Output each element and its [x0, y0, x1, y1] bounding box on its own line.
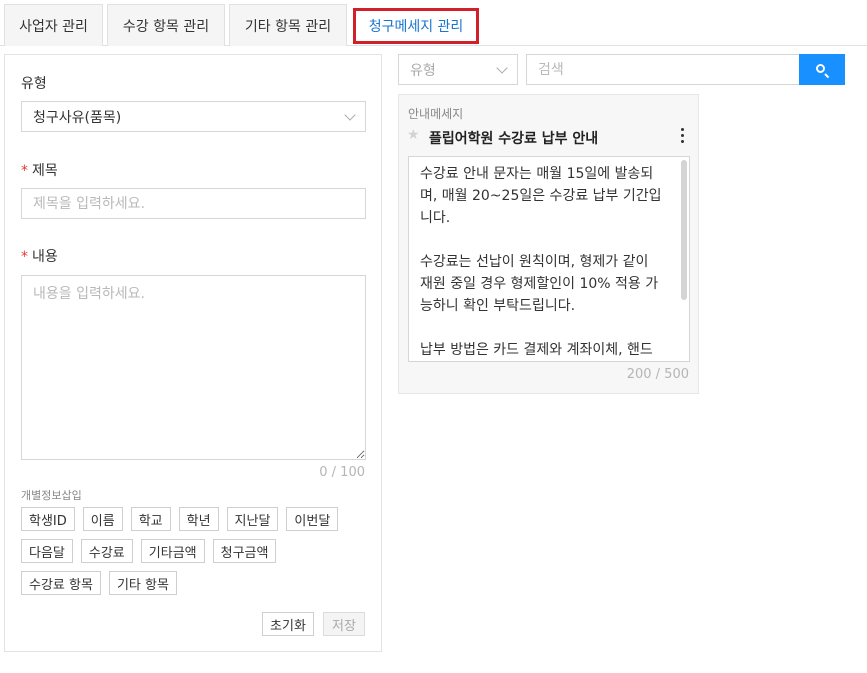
message-type-label: 안내메세지 — [408, 107, 464, 121]
search-button[interactable] — [799, 54, 845, 85]
insert-chip-other-items[interactable]: 기타 항목 — [108, 571, 177, 595]
message-card[interactable]: 안내메세지 ★ 플립어학원 수강료 납부 안내 수강료 안내 문자는 매월 15… — [398, 94, 699, 394]
insert-chip-last-month[interactable]: 지난달 — [226, 507, 279, 531]
chevron-down-icon — [496, 62, 508, 74]
message-title: 플립어학원 수강료 납부 안내 — [429, 131, 599, 147]
message-body-box: 수강료 안내 문자는 매월 15일에 발송되며, 매월 20~25일은 수강료 … — [408, 156, 690, 362]
content-label-text: 내용 — [32, 249, 58, 265]
type-filter-select[interactable]: 유형 — [398, 54, 518, 85]
search-icon — [815, 63, 830, 78]
tab-business-management[interactable]: 사업자 관리 — [4, 4, 103, 46]
chevron-down-icon — [344, 109, 356, 121]
message-body-text: 수강료 안내 문자는 매월 15일에 발송되며, 매월 20~25일은 수강료 … — [420, 166, 662, 358]
message-char-counter: 200 / 500 — [626, 367, 689, 382]
message-form-panel: 유형 청구사유(품목) *제목 *내용 0 / 100 개별정보삽입 학생ID … — [4, 54, 382, 652]
required-mark: * — [21, 249, 28, 265]
type-select-value: 청구사유(품목) — [33, 109, 122, 126]
insert-chip-group: 학생ID 이름 학교 학년 지난달 이번달 다음달 수강료 기타금액 청구금액 … — [21, 507, 366, 603]
insert-chip-tuition[interactable]: 수강료 — [80, 539, 133, 563]
insert-chip-name[interactable]: 이름 — [82, 507, 123, 531]
save-button: 저장 — [323, 612, 365, 636]
title-label-text: 제목 — [32, 163, 58, 179]
title-label: * 제목 — [21, 160, 58, 180]
insert-chip-school[interactable]: 학교 — [130, 507, 171, 531]
search-input[interactable] — [526, 54, 800, 85]
type-filter-placeholder: 유형 — [410, 62, 436, 79]
tab-course-item-management[interactable]: 수강 항목 관리 — [107, 4, 225, 46]
message-body-scrollbar[interactable] — [681, 160, 687, 300]
title-input[interactable] — [21, 188, 366, 219]
content-char-counter: 0 / 100 — [319, 465, 365, 480]
reset-button[interactable]: 초기화 — [262, 612, 314, 636]
insert-chip-this-month[interactable]: 이번달 — [286, 507, 339, 531]
content-textarea[interactable] — [21, 275, 366, 460]
personal-info-insert-label: 개별정보삽입 — [21, 489, 82, 502]
insert-chip-billing-amount[interactable]: 청구금액 — [212, 539, 277, 563]
type-label: 유형 — [21, 76, 47, 92]
insert-chip-next-month[interactable]: 다음달 — [21, 539, 73, 563]
insert-chip-tuition-items[interactable]: 수강료 항목 — [21, 571, 101, 595]
content-label: * 내용 — [21, 246, 58, 266]
insert-chip-student-id[interactable]: 학생ID — [21, 507, 75, 531]
star-icon[interactable]: ★ — [407, 127, 420, 143]
insert-chip-other-amount[interactable]: 기타금액 — [140, 539, 205, 563]
required-mark: * — [21, 163, 28, 179]
more-vertical-icon[interactable] — [675, 125, 689, 145]
type-select[interactable]: 청구사유(품목) — [21, 101, 366, 132]
tab-other-item-management[interactable]: 기타 항목 관리 — [229, 4, 347, 46]
tab-billing-message-management[interactable]: 청구메세지 관리 — [353, 8, 479, 44]
insert-chip-grade[interactable]: 학년 — [178, 507, 219, 531]
tab-bar: 사업자 관리 수강 항목 관리 기타 항목 관리 청구메세지 관리 — [0, 0, 867, 46]
